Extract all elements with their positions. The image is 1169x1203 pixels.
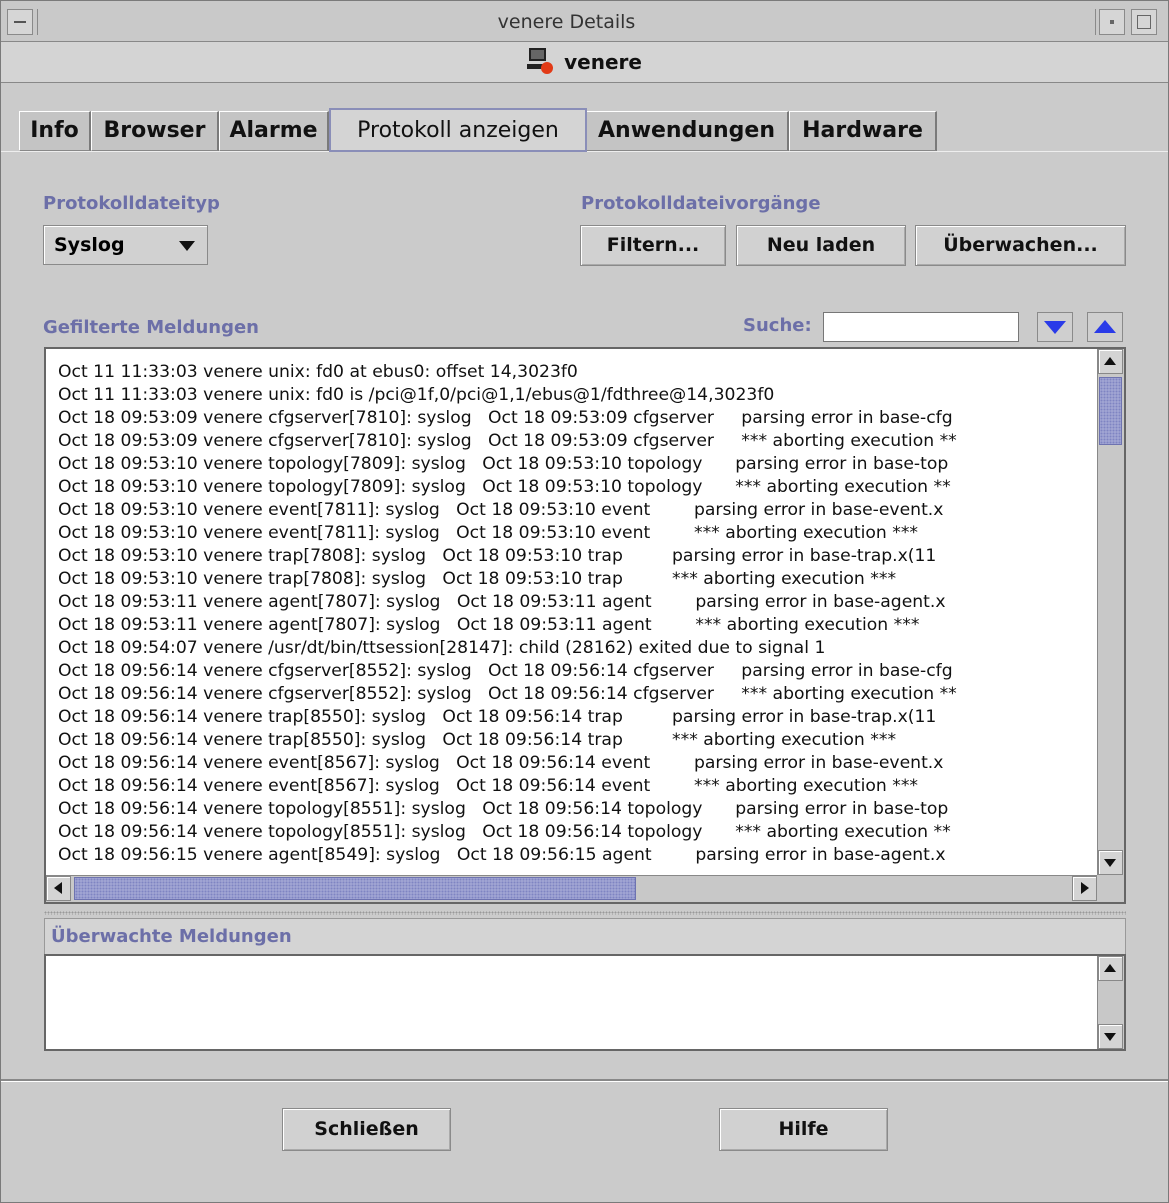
search-label: Suche: (743, 315, 812, 336)
log-line: Oct 18 09:53:10 venere topology[7809]: s… (58, 454, 949, 474)
host-computer-icon (527, 47, 555, 77)
log-line: Oct 18 09:56:14 venere topology[8551]: s… (58, 799, 949, 819)
scroll-corner (1097, 875, 1124, 902)
tab-alarme[interactable]: Alarme (219, 111, 329, 151)
watched-messages-header: Überwachte Meldungen (44, 918, 1126, 954)
footer-separator (1, 1079, 1168, 1082)
horizontal-scroll-thumb[interactable] (74, 877, 636, 900)
close-button[interactable]: Schließen (282, 1108, 451, 1151)
tab-anwendungen[interactable]: Anwendungen (585, 111, 789, 151)
log-line: Oct 18 09:53:10 venere trap[7808]: syslo… (58, 569, 897, 589)
log-line: Oct 18 09:54:07 venere /usr/dt/bin/ttses… (58, 638, 826, 658)
search-input[interactable] (823, 312, 1019, 342)
minimize-icon[interactable] (1099, 9, 1125, 35)
reload-button[interactable]: Neu laden (736, 225, 906, 266)
help-button[interactable]: Hilfe (719, 1108, 888, 1151)
log-line: Oct 18 09:53:10 venere trap[7808]: syslo… (58, 546, 937, 566)
search-up-icon[interactable] (1087, 312, 1123, 342)
log-line: Oct 18 09:56:14 venere cfgserver[8552]: … (58, 661, 953, 681)
log-line: Oct 18 09:53:11 venere agent[7807]: sysl… (58, 592, 946, 612)
logfile-ops-label: Protokolldateivorgänge (581, 193, 821, 214)
log-line: Oct 18 09:56:14 venere trap[8550]: syslo… (58, 707, 937, 727)
log-line: Oct 18 09:56:14 venere event[8567]: sysl… (58, 753, 944, 773)
log-line: Oct 18 09:53:10 venere event[7811]: sysl… (58, 523, 919, 543)
title-bar[interactable]: venere Details (1, 1, 1168, 42)
search-down-icon[interactable] (1037, 312, 1073, 342)
log-line: Oct 18 09:56:14 venere event[8567]: sysl… (58, 776, 919, 796)
log-line: Oct 11 11:33:03 venere unix: fd0 is /pci… (58, 385, 775, 405)
tab-protokoll-anzeigen[interactable]: Protokoll anzeigen (329, 108, 587, 152)
host-name: venere (564, 50, 642, 74)
pane-splitter[interactable] (44, 911, 1126, 915)
log-line: Oct 18 09:53:09 venere cfgserver[7810]: … (58, 408, 953, 428)
filter-button[interactable]: Filtern... (580, 225, 726, 266)
filtered-messages-label: Gefilterte Meldungen (43, 317, 259, 338)
log-line: Oct 18 09:53:10 venere event[7811]: sysl… (58, 500, 944, 520)
logfile-type-value: Syslog (54, 234, 125, 256)
log-line: Oct 18 09:53:10 venere topology[7809]: s… (58, 477, 951, 497)
scroll-left-icon[interactable] (46, 876, 71, 901)
tab-browser[interactable]: Browser (91, 111, 219, 151)
host-header: venere (1, 42, 1168, 83)
vertical-scroll-thumb[interactable] (1099, 377, 1122, 445)
log-lines-viewport: Oct 11 11:33:03 venere unix: fd0 at ebus… (46, 349, 1096, 879)
log-line: Oct 11 11:33:03 venere unix: fd0 at ebus… (58, 362, 578, 382)
tab-hardware[interactable]: Hardware (789, 111, 937, 151)
log-line: Oct 18 09:53:11 venere agent[7807]: sysl… (58, 615, 920, 635)
tab-info[interactable]: Info (19, 111, 91, 151)
scroll-right-icon[interactable] (1072, 876, 1097, 901)
watched-messages-list[interactable] (44, 954, 1126, 1051)
logfile-type-dropdown[interactable]: Syslog (43, 225, 208, 265)
scroll-down-icon[interactable] (1098, 1024, 1123, 1049)
log-line: Oct 18 09:56:14 venere topology[8551]: s… (58, 822, 951, 842)
scroll-down-icon[interactable] (1098, 850, 1123, 875)
filtered-messages-list[interactable]: Oct 11 11:33:03 venere unix: fd0 at ebus… (44, 347, 1126, 904)
log-line: Oct 18 09:53:09 venere cfgserver[7810]: … (58, 431, 957, 451)
maximize-icon[interactable] (1131, 9, 1157, 35)
log-horizontal-scrollbar[interactable] (46, 875, 1097, 902)
watch-button[interactable]: Überwachen... (915, 225, 1126, 266)
watched-messages-label: Überwachte Meldungen (51, 926, 292, 947)
log-line: Oct 18 09:56:14 venere cfgserver[8552]: … (58, 684, 957, 704)
details-window: venere Details venere Info Browser Alarm… (0, 0, 1169, 1203)
log-vertical-scrollbar[interactable] (1097, 349, 1124, 875)
scroll-up-icon[interactable] (1098, 956, 1123, 981)
log-line: Oct 18 09:56:14 venere trap[8550]: syslo… (58, 730, 897, 750)
logfile-type-label: Protokolldateityp (43, 193, 220, 214)
window-menu-icon[interactable] (7, 9, 33, 35)
dropdown-arrow-icon (179, 241, 195, 251)
watched-vertical-scrollbar[interactable] (1097, 956, 1124, 1049)
log-line: Oct 18 09:56:15 venere agent[8549]: sysl… (58, 845, 946, 865)
window-title: venere Details (37, 9, 1096, 35)
scroll-up-icon[interactable] (1098, 349, 1123, 374)
